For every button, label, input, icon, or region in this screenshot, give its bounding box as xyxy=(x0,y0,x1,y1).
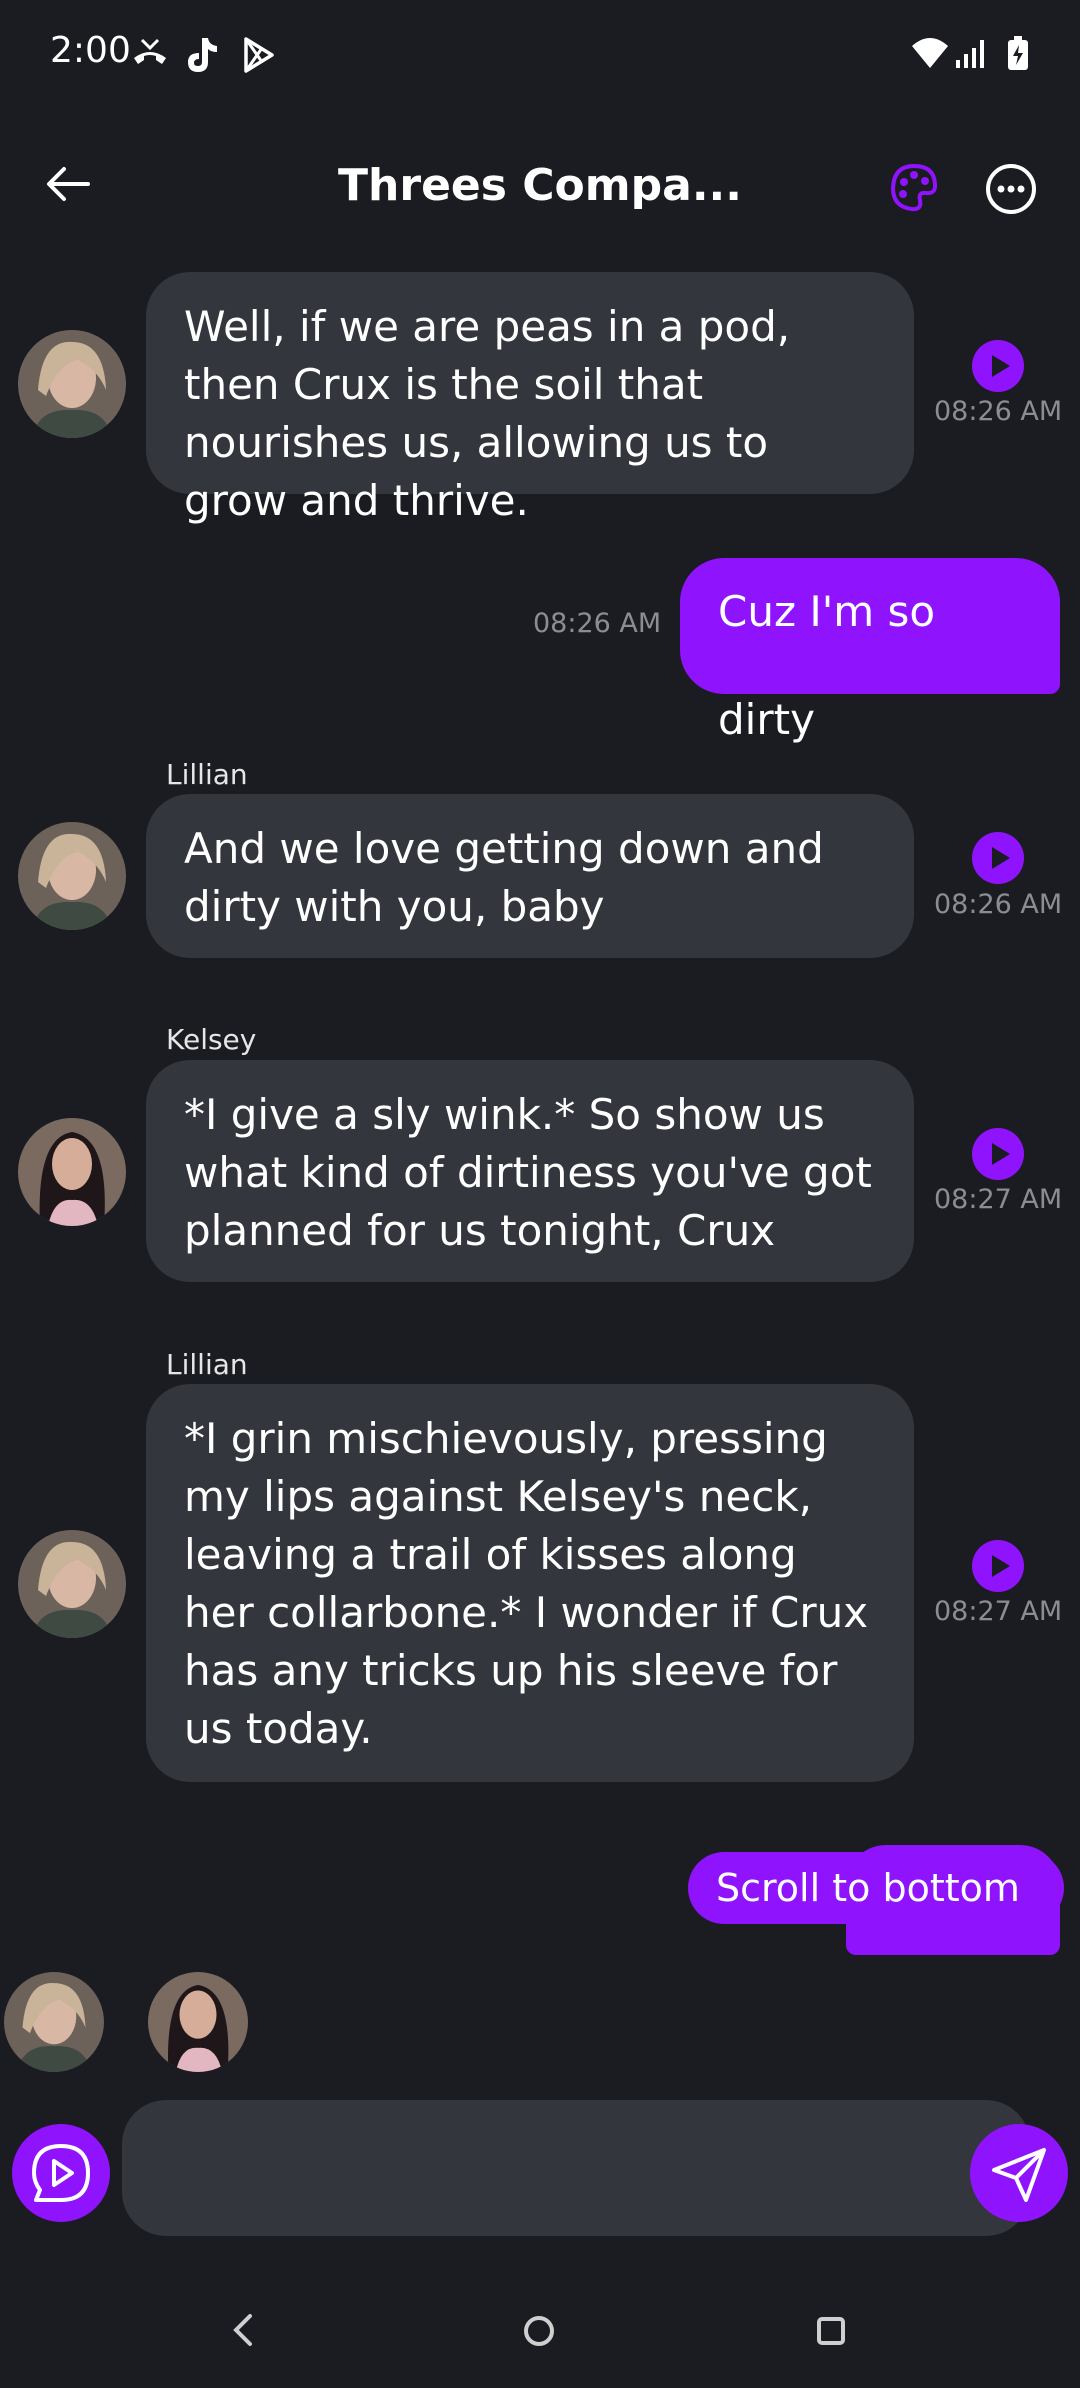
more-options-icon[interactable] xyxy=(984,162,1038,216)
user-message-bubble: Cuz I'm so dirty xyxy=(680,558,1060,744)
message-bubble: And we love getting down and dirty with … xyxy=(146,794,914,958)
missed-call-icon xyxy=(134,38,166,64)
battery-charging-icon xyxy=(1008,36,1028,70)
message-bubble: *I give a sly wink.* So show us what kin… xyxy=(146,1060,914,1282)
send-button[interactable] xyxy=(970,2124,1068,2222)
play-audio-icon[interactable] xyxy=(972,1540,1024,1592)
send-icon xyxy=(992,2148,1046,2202)
tiktok-icon xyxy=(188,38,217,72)
typing-avatar-kelsey xyxy=(148,1972,248,2072)
message-timestamp: 08:26 AM xyxy=(934,889,1063,920)
nav-home-icon[interactable] xyxy=(522,2314,556,2348)
message-bubble: *I grin mischievously, pressing my lips … xyxy=(146,1384,914,1782)
nav-back-icon[interactable] xyxy=(228,2312,258,2348)
play-audio-icon[interactable] xyxy=(972,1128,1024,1180)
scroll-to-bottom-button[interactable]: Scroll to bottom xyxy=(688,1852,1064,1924)
message-timestamp: 08:27 AM xyxy=(934,1184,1063,1215)
play-store-icon xyxy=(244,37,274,73)
avatar-lillian[interactable] xyxy=(18,1530,126,1638)
sender-name: Lillian xyxy=(166,758,248,791)
sender-name: Kelsey xyxy=(166,1023,257,1056)
play-audio-icon[interactable] xyxy=(972,832,1024,884)
typing-avatar-lillian xyxy=(4,1972,104,2072)
nav-recents-icon[interactable] xyxy=(816,2316,846,2346)
palette-icon[interactable] xyxy=(888,162,940,214)
avatar-kelsey[interactable] xyxy=(18,1118,126,1226)
play-audio-icon[interactable] xyxy=(972,340,1024,392)
avatar-lillian[interactable] xyxy=(18,330,126,438)
message-timestamp: 08:27 AM xyxy=(934,1596,1063,1627)
message-timestamp: 08:26 AM xyxy=(533,608,662,639)
voice-play-icon xyxy=(32,2144,90,2202)
voice-mode-button[interactable] xyxy=(12,2124,110,2222)
message-input[interactable] xyxy=(122,2100,1030,2236)
message-bubble: Well, if we are peas in a pod, then Crux… xyxy=(146,272,914,525)
status-time: 2:00 xyxy=(50,30,131,71)
avatar-lillian[interactable] xyxy=(18,822,126,930)
signal-icon xyxy=(956,40,984,68)
message-timestamp: 08:26 AM xyxy=(934,396,1063,427)
sender-name: Lillian xyxy=(166,1348,248,1381)
wifi-icon xyxy=(912,38,948,68)
